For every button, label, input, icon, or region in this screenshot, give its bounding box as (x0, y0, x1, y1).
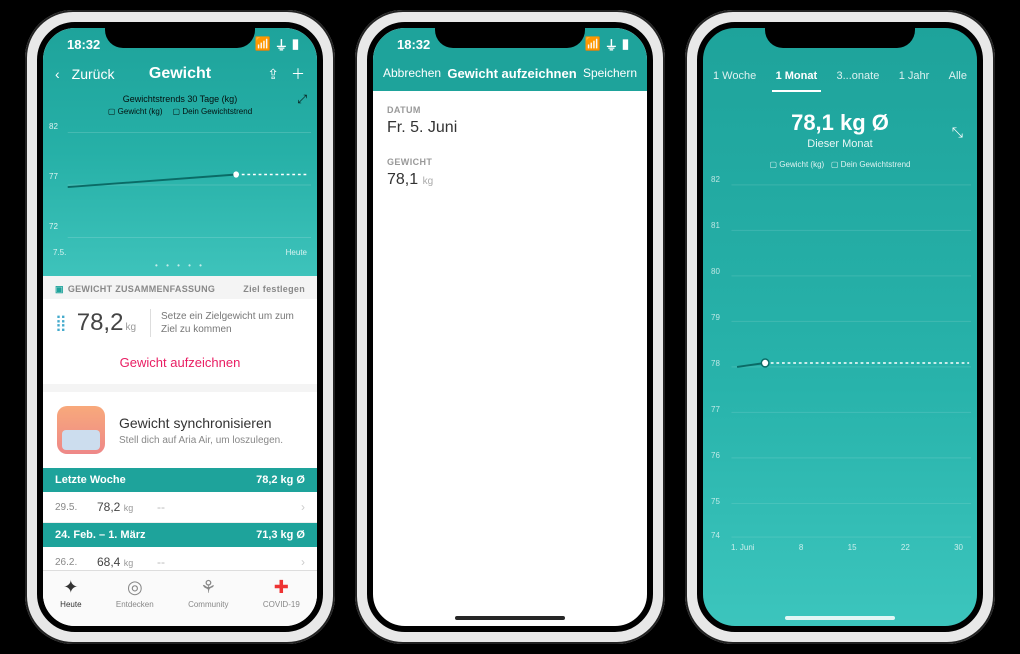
chevron-left-icon: ‹ (55, 66, 60, 82)
set-goal-link[interactable]: Ziel festlegen (243, 284, 305, 295)
week-band: 24. Feb. – 1. März 71,3 kg Ø (43, 523, 317, 547)
clock: 18:32 (67, 37, 100, 52)
date-label: DATUM (373, 91, 647, 119)
page-title: Gewicht aufzeichnen (447, 66, 576, 81)
clock: 18:32 (397, 37, 430, 52)
log-weight-button[interactable]: Gewicht aufzeichnen (43, 347, 317, 384)
phone-log-weight: 18:32 📶⏚▮ Abbrechen Gewicht aufzeichnen … (355, 10, 665, 644)
page-title: Gewicht (149, 65, 211, 83)
weight-summary: ⣿ 78,2kg Setze ein Zielgewicht um zum Zi… (43, 299, 317, 347)
tab-1week[interactable]: 1 Woche (709, 66, 760, 92)
battery-icon: ▮ (622, 36, 629, 52)
tab-bar: ✦Heute ◎Entdecken ⚘Community ✚COVID-19 (43, 570, 317, 626)
average-value: 78,1 kg Ø (703, 110, 977, 136)
tab-covid[interactable]: ✚COVID-19 (263, 577, 300, 626)
table-row[interactable]: 29.5. 78,2 kg -- › (43, 492, 317, 523)
status-bar (703, 28, 977, 60)
phone-full-chart: 1 Woche 1 Monat 3...onate 1 Jahr Alle 78… (685, 10, 995, 644)
status-icons: 📶⏚▮ (585, 35, 629, 54)
sync-card[interactable]: Gewicht synchronisieren Stell dich auf A… (43, 392, 317, 468)
status-bar: 18:32 📶⏚▮ (373, 28, 647, 60)
back-button[interactable]: ‹ Zurück (55, 66, 115, 82)
chart-header: Gewichtstrends 30 Tage (kg) ▢ Gewicht (k… (43, 92, 317, 118)
weight-trend-chart[interactable]: 82 77 72 (43, 118, 317, 248)
wifi-icon: ⏚ (275, 35, 288, 54)
tab-discover[interactable]: ◎Entdecken (116, 577, 154, 626)
page-dots[interactable]: • • • • • (43, 261, 317, 276)
home-indicator[interactable] (785, 616, 895, 620)
tab-today[interactable]: ✦Heute (60, 577, 81, 626)
tab-community[interactable]: ⚘Community (188, 577, 228, 626)
range-label: Dieser Monat (703, 138, 977, 150)
tab-1year[interactable]: 1 Jahr (895, 66, 934, 92)
save-button[interactable]: Speichern (583, 66, 637, 81)
signal-icon: 📶 (585, 36, 601, 52)
compass-icon: ◎ (116, 577, 154, 598)
people-icon: ⚘ (188, 577, 228, 598)
date-field[interactable]: Fr. 5. Juni (373, 119, 647, 143)
tab-3months[interactable]: 3...onate (833, 66, 884, 92)
medical-icon: ✚ (263, 577, 300, 598)
fitbit-icon: ✦ (60, 577, 81, 598)
share-icon[interactable]: ⇪ (267, 66, 279, 83)
signal-icon: 📶 (255, 36, 271, 52)
chevron-right-icon: › (301, 555, 305, 569)
battery-icon: ▮ (292, 36, 299, 52)
expand-icon[interactable]: ⤢ (297, 92, 307, 107)
tab-all[interactable]: Alle (945, 66, 971, 92)
aria-scale-icon (57, 406, 105, 454)
scale-icon: ▣ (55, 284, 64, 294)
phone-gewicht: 18:32 📶 ⏚ ▮ ‹ Zurück Gewicht ⇪ ＋ (25, 10, 335, 644)
wifi-icon: ⏚ (605, 35, 618, 54)
cancel-button[interactable]: Abbrechen (383, 66, 441, 81)
weight-field[interactable]: 78,1 kg (373, 171, 647, 195)
home-indicator[interactable] (455, 616, 565, 620)
status-icons: 📶 ⏚ ▮ (255, 35, 299, 54)
weight-label: GEWICHT (373, 143, 647, 171)
x-axis-labels: 1. Juni 8 15 22 30 (703, 543, 977, 558)
add-icon[interactable]: ＋ (291, 64, 305, 84)
trend-dots-icon: ⣿ (55, 313, 67, 333)
week-band: Letzte Woche 78,2 kg Ø (43, 468, 317, 492)
tab-1month[interactable]: 1 Monat (772, 66, 822, 92)
range-tabs: 1 Woche 1 Monat 3...onate 1 Jahr Alle (703, 60, 977, 92)
chevron-right-icon: › (301, 500, 305, 514)
month-chart[interactable]: 82 81 80 79 78 77 76 75 74 (703, 173, 977, 543)
status-bar: 18:32 📶 ⏚ ▮ (43, 28, 317, 60)
